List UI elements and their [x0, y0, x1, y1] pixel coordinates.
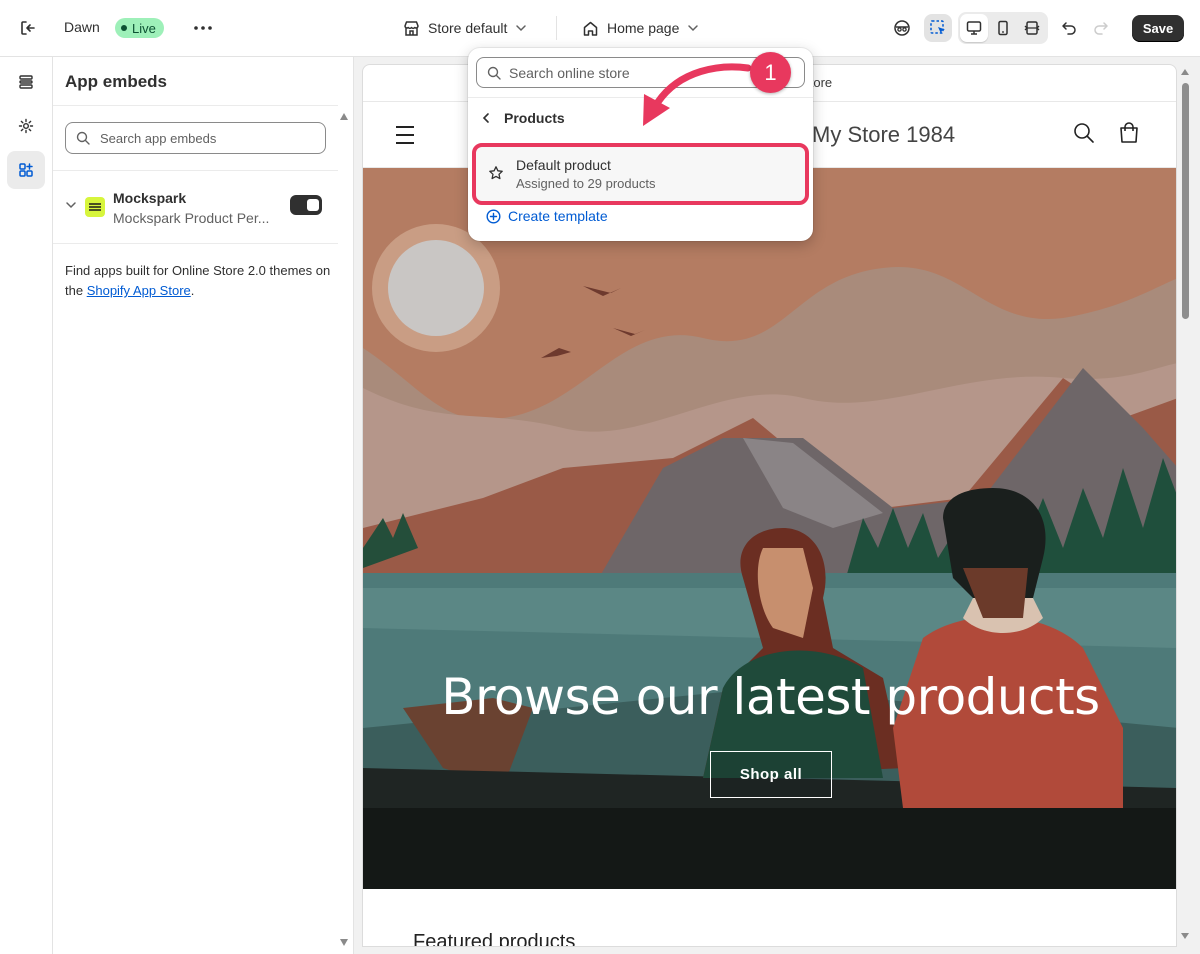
chevron-down-icon[interactable]: [65, 199, 77, 211]
full-width-view-icon[interactable]: [1018, 14, 1046, 42]
more-actions-icon[interactable]: [191, 16, 215, 40]
desktop-view-icon[interactable]: [960, 14, 988, 42]
panel-title: App embeds: [65, 72, 168, 91]
back-label: Products: [504, 110, 565, 126]
find-apps-text: Find apps built for Online Store 2.0 the…: [65, 261, 335, 301]
toggle-knob: [307, 199, 319, 211]
app-embeds-search-input[interactable]: [100, 130, 300, 146]
scroll-down-arrow[interactable]: [340, 939, 348, 946]
mockspark-logo-icon: [85, 197, 105, 217]
chevron-down-icon: [516, 25, 527, 32]
back-to-products[interactable]: Products: [482, 108, 565, 128]
app-embeds-panel: App embeds Mockspark Mockspark Product P…: [53, 57, 354, 954]
search-icon: [487, 66, 501, 80]
default-product-template[interactable]: Default product Assigned to 29 products: [472, 143, 809, 205]
shop-all-button[interactable]: Shop all: [710, 751, 832, 798]
step-callout-badge: 1: [750, 52, 791, 93]
featured-products-heading: Featured products: [413, 931, 576, 947]
chevron-left-icon: [482, 113, 489, 123]
search-icon: [76, 131, 90, 145]
redo-icon[interactable]: [1087, 14, 1115, 42]
exit-icon[interactable]: [16, 16, 40, 40]
store-icon: [404, 20, 419, 36]
find-apps-suffix: .: [190, 283, 195, 298]
save-button[interactable]: Save: [1132, 15, 1184, 42]
hero-title: Browse our latest products: [441, 668, 1100, 726]
chevron-down-icon: [688, 25, 699, 32]
inspector-select-icon[interactable]: [924, 14, 952, 42]
app-embed-row: Mockspark Mockspark Product Per...: [65, 187, 329, 227]
divider: [53, 105, 338, 106]
app-subtitle: Mockspark Product Per...: [113, 210, 270, 226]
divider: [556, 16, 557, 40]
create-template-label: Create template: [508, 208, 608, 224]
mobile-view-icon[interactable]: [989, 14, 1017, 42]
cart-icon[interactable]: [1117, 121, 1141, 145]
menu-icon[interactable]: [396, 126, 414, 144]
left-rail: [0, 57, 53, 954]
star-icon: [489, 166, 503, 180]
app-embeds-search: [65, 122, 326, 154]
search-icon[interactable]: [1073, 122, 1095, 144]
app-embeds-icon[interactable]: [7, 151, 45, 189]
app-name: Mockspark: [113, 190, 187, 206]
customer-privacy-icon[interactable]: [888, 14, 916, 42]
divider: [53, 243, 338, 244]
app-embed-toggle[interactable]: [290, 195, 322, 215]
undo-icon[interactable]: [1055, 14, 1083, 42]
scroll-up-arrow[interactable]: [1181, 69, 1189, 75]
page-selector-label: Home page: [607, 20, 680, 36]
store-selector[interactable]: Store default: [403, 14, 527, 42]
divider: [53, 170, 338, 171]
create-template-link[interactable]: Create template: [486, 208, 608, 224]
live-label: Live: [132, 20, 156, 36]
preview-scrollbar-thumb[interactable]: [1182, 83, 1189, 319]
template-assignment: Assigned to 29 products: [516, 176, 656, 191]
home-icon: [583, 21, 598, 36]
theme-name: Dawn: [64, 19, 100, 35]
template-title: Default product: [516, 157, 611, 173]
annotation-arrow-icon: [643, 63, 752, 126]
device-switcher: [958, 12, 1048, 44]
sections-icon[interactable]: [7, 63, 45, 101]
plus-circle-icon: [486, 208, 501, 224]
live-status-badge: Live: [115, 18, 164, 38]
shopify-app-store-link[interactable]: Shopify App Store: [87, 283, 191, 298]
live-dot-icon: [121, 25, 127, 31]
hero-banner: Browse our latest products Shop all: [363, 168, 1176, 889]
scroll-down-arrow[interactable]: [1181, 933, 1189, 939]
scroll-up-arrow[interactable]: [340, 113, 348, 120]
store-name[interactable]: My Store 1984: [812, 122, 955, 148]
page-selector[interactable]: Home page: [582, 14, 699, 42]
store-selector-label: Store default: [428, 20, 508, 36]
theme-settings-gear-icon[interactable]: [7, 107, 45, 145]
